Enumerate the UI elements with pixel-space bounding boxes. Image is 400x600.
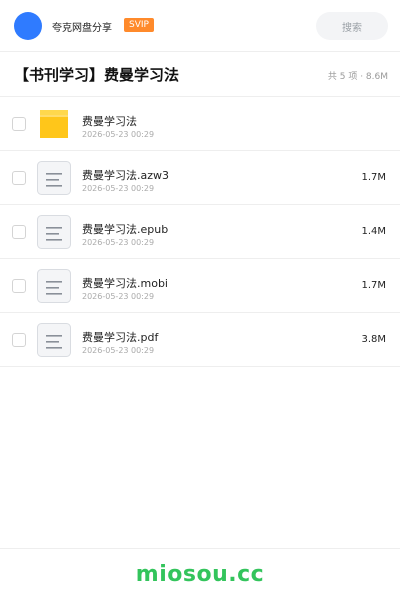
checkbox[interactable] xyxy=(12,171,26,185)
file-date: 2026-05-23 00:29 xyxy=(82,292,155,301)
list-item[interactable]: 费曼学习法 2026-05-23 00:29 xyxy=(0,97,400,151)
app-name: 夸克网盘分享 xyxy=(52,23,112,34)
checkbox[interactable] xyxy=(12,279,26,293)
avatar[interactable] xyxy=(14,12,42,40)
page-title: 【书刊学习】费曼学习法 xyxy=(14,66,180,84)
header: 夸克网盘分享 SVIP 搜索 xyxy=(0,0,400,52)
list-item[interactable]: 费曼学习法.azw3 2026-05-23 00:29 1.7M xyxy=(0,151,400,205)
page: 夸克网盘分享 SVIP 搜索 【书刊学习】费曼学习法 共 5 项 · 8.6M … xyxy=(0,0,400,600)
list-item[interactable]: 费曼学习法.mobi 2026-05-23 00:29 1.7M xyxy=(0,259,400,313)
document-icon xyxy=(37,215,71,249)
file-size: 1.7M xyxy=(361,280,386,291)
file-name: 费曼学习法 xyxy=(82,115,137,128)
folder-summary: 共 5 项 · 8.6M xyxy=(327,72,388,82)
list-item[interactable]: 费曼学习法.pdf 2026-05-23 00:29 3.8M xyxy=(0,313,400,367)
file-date: 2026-05-23 00:29 xyxy=(82,184,155,193)
file-name: 费曼学习法.epub xyxy=(82,223,169,236)
checkbox[interactable] xyxy=(12,225,26,239)
folder-title-row: 【书刊学习】费曼学习法 共 5 项 · 8.6M xyxy=(0,52,400,97)
folder-icon xyxy=(40,110,68,138)
list-item[interactable]: 费曼学习法.epub 2026-05-23 00:29 1.4M xyxy=(0,205,400,259)
search-placeholder: 搜索 xyxy=(342,22,362,34)
document-icon xyxy=(37,161,71,195)
checkbox[interactable] xyxy=(12,117,26,131)
file-name: 费曼学习法.pdf xyxy=(82,331,159,344)
footer-brand[interactable]: miosou.cc xyxy=(136,562,264,587)
file-date: 2026-05-23 00:29 xyxy=(82,346,155,355)
svip-badge: SVIP xyxy=(124,18,154,32)
document-icon xyxy=(37,323,71,357)
file-list: 费曼学习法 2026-05-23 00:29 费曼学习法.azw3 2026-0… xyxy=(0,97,400,367)
file-date: 2026-05-23 00:29 xyxy=(82,238,155,247)
file-name: 费曼学习法.mobi xyxy=(82,277,168,290)
document-icon xyxy=(37,269,71,303)
file-size: 3.8M xyxy=(361,334,386,345)
file-size: 1.7M xyxy=(361,172,386,183)
checkbox[interactable] xyxy=(12,333,26,347)
file-size: 1.4M xyxy=(361,226,386,237)
file-name: 费曼学习法.azw3 xyxy=(82,169,170,182)
footer: miosou.cc xyxy=(0,548,400,600)
file-date: 2026-05-23 00:29 xyxy=(82,130,155,139)
search-input[interactable]: 搜索 xyxy=(316,12,388,40)
